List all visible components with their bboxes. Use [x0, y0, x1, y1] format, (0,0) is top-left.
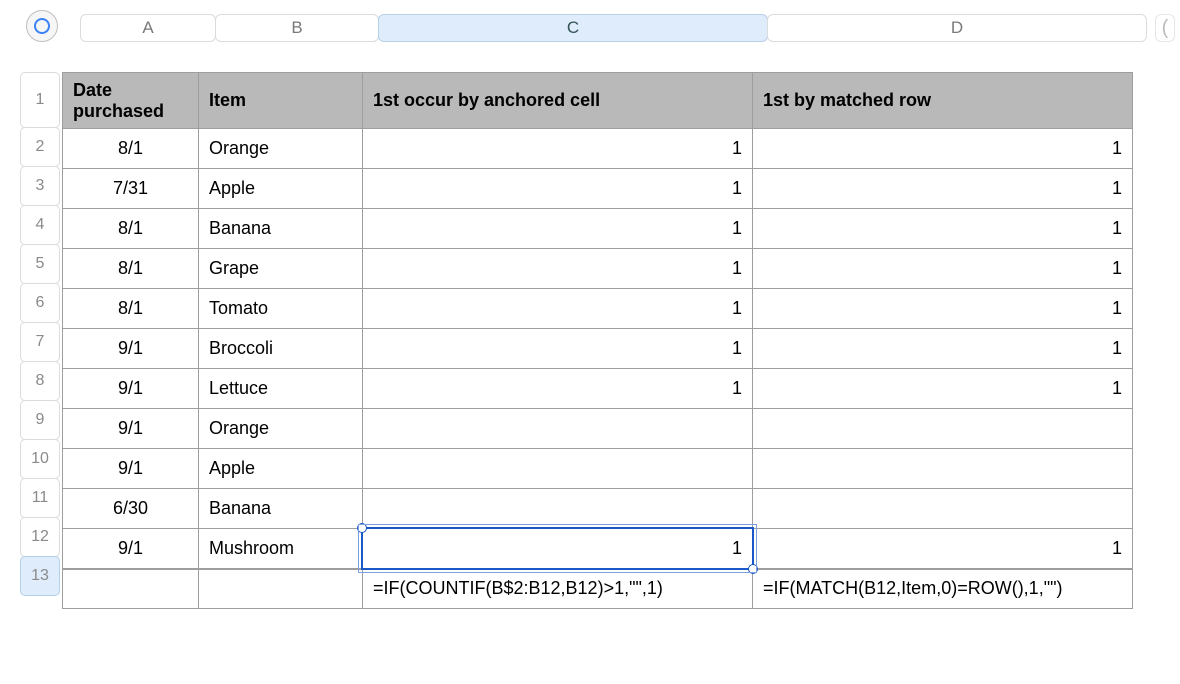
column-header-C[interactable]: C	[378, 14, 768, 42]
column-header-row: A B C D (	[80, 14, 1180, 42]
table-row: 9/1 Orange	[63, 409, 1133, 449]
row-header-7[interactable]: 7	[20, 322, 60, 362]
cell-C3[interactable]: 1	[363, 169, 753, 209]
cell-C4[interactable]: 1	[363, 209, 753, 249]
cell-C2[interactable]: 1	[363, 129, 753, 169]
cell-D11[interactable]	[753, 489, 1133, 529]
row-header-4[interactable]: 4	[20, 205, 60, 245]
cell-B3[interactable]: Apple	[199, 169, 363, 209]
cell-B10[interactable]: Apple	[199, 449, 363, 489]
row-header-6[interactable]: 6	[20, 283, 60, 323]
cell-D2[interactable]: 1	[753, 129, 1133, 169]
row-header-2[interactable]: 2	[20, 127, 60, 167]
cell-B5[interactable]: Grape	[199, 249, 363, 289]
cell-C5[interactable]: 1	[363, 249, 753, 289]
table-row: 8/1 Tomato 1 1	[63, 289, 1133, 329]
hdr-B[interactable]: Item	[199, 73, 363, 129]
cell-D6[interactable]: 1	[753, 289, 1133, 329]
add-column-button[interactable]: (	[1155, 14, 1175, 42]
cell-A5[interactable]: 8/1	[63, 249, 199, 289]
spreadsheet: A B C D ( 1 2 3 4 5 6 7 8 9 10 11 12 13	[0, 0, 1180, 609]
cell-D9[interactable]	[753, 409, 1133, 449]
row-header-12[interactable]: 12	[20, 517, 60, 557]
row-header-1[interactable]: 1	[20, 72, 60, 128]
cell-A3[interactable]: 7/31	[63, 169, 199, 209]
cell-B13[interactable]	[199, 569, 363, 609]
cell-C13[interactable]: =IF(COUNTIF(B$2:B12,B12)>1,"",1)	[363, 569, 753, 609]
cell-A10[interactable]: 9/1	[63, 449, 199, 489]
cells-table: Date purchased Item 1st occur by anchore…	[62, 72, 1133, 609]
row-header-9[interactable]: 9	[20, 400, 60, 440]
cell-A11[interactable]: 6/30	[63, 489, 199, 529]
circle-icon	[34, 18, 50, 34]
row-header-11[interactable]: 11	[20, 478, 60, 518]
row-header-column: 1 2 3 4 5 6 7 8 9 10 11 12 13	[20, 72, 60, 596]
cell-B6[interactable]: Tomato	[199, 289, 363, 329]
cell-A2[interactable]: 8/1	[63, 129, 199, 169]
hdr-D[interactable]: 1st by matched row	[753, 73, 1133, 129]
hdr-A[interactable]: Date purchased	[63, 73, 199, 129]
cell-A12[interactable]: 9/1	[63, 529, 199, 569]
cell-C12-value: 1	[732, 538, 742, 558]
column-header-A[interactable]: A	[80, 14, 216, 42]
cell-D12[interactable]: 1	[753, 529, 1133, 569]
row-header-8[interactable]: 8	[20, 361, 60, 401]
cell-D10[interactable]	[753, 449, 1133, 489]
table-row: 9/1 Apple	[63, 449, 1133, 489]
cell-D8[interactable]: 1	[753, 369, 1133, 409]
table-row: 9/1 Broccoli 1 1	[63, 329, 1133, 369]
table-row: 8/1 Grape 1 1	[63, 249, 1133, 289]
cell-A8[interactable]: 9/1	[63, 369, 199, 409]
column-header-D[interactable]: D	[767, 14, 1147, 42]
cell-B9[interactable]: Orange	[199, 409, 363, 449]
cell-C8[interactable]: 1	[363, 369, 753, 409]
table-row: 8/1 Orange 1 1	[63, 129, 1133, 169]
cell-C7[interactable]: 1	[363, 329, 753, 369]
row-header-3[interactable]: 3	[20, 166, 60, 206]
table-row: 8/1 Banana 1 1	[63, 209, 1133, 249]
cell-B4[interactable]: Banana	[199, 209, 363, 249]
table-row: 9/1 Lettuce 1 1	[63, 369, 1133, 409]
column-header-B[interactable]: B	[215, 14, 379, 42]
table-row: 9/1 Mushroom 1 1	[63, 529, 1133, 569]
grid: 1 2 3 4 5 6 7 8 9 10 11 12 13 Date purch…	[20, 72, 1180, 609]
cell-D5[interactable]: 1	[753, 249, 1133, 289]
hdr-C[interactable]: 1st occur by anchored cell	[363, 73, 753, 129]
table-row: 7/31 Apple 1 1	[63, 169, 1133, 209]
row-header-10[interactable]: 10	[20, 439, 60, 479]
cell-D7[interactable]: 1	[753, 329, 1133, 369]
row-header-5[interactable]: 5	[20, 244, 60, 284]
cell-A6[interactable]: 8/1	[63, 289, 199, 329]
cell-C11[interactable]	[363, 489, 753, 529]
footer-row: =IF(COUNTIF(B$2:B12,B12)>1,"",1) =IF(MAT…	[63, 569, 1133, 609]
cell-C9[interactable]	[363, 409, 753, 449]
cell-B2[interactable]: Orange	[199, 129, 363, 169]
select-all-button[interactable]	[26, 10, 58, 42]
cell-C10[interactable]	[363, 449, 753, 489]
table-row: 6/30 Banana	[63, 489, 1133, 529]
cell-B11[interactable]: Banana	[199, 489, 363, 529]
cell-B12[interactable]: Mushroom	[199, 529, 363, 569]
cell-B8[interactable]: Lettuce	[199, 369, 363, 409]
cell-A7[interactable]: 9/1	[63, 329, 199, 369]
cell-D3[interactable]: 1	[753, 169, 1133, 209]
row-header-13[interactable]: 13	[20, 556, 60, 596]
cell-A9[interactable]: 9/1	[63, 409, 199, 449]
cell-C12[interactable]: 1	[363, 529, 753, 569]
cell-A4[interactable]: 8/1	[63, 209, 199, 249]
cell-C6[interactable]: 1	[363, 289, 753, 329]
cell-B7[interactable]: Broccoli	[199, 329, 363, 369]
cell-D13[interactable]: =IF(MATCH(B12,Item,0)=ROW(),1,"")	[753, 569, 1133, 609]
cell-A13[interactable]	[63, 569, 199, 609]
table-header-row: Date purchased Item 1st occur by anchore…	[63, 73, 1133, 129]
cell-D4[interactable]: 1	[753, 209, 1133, 249]
